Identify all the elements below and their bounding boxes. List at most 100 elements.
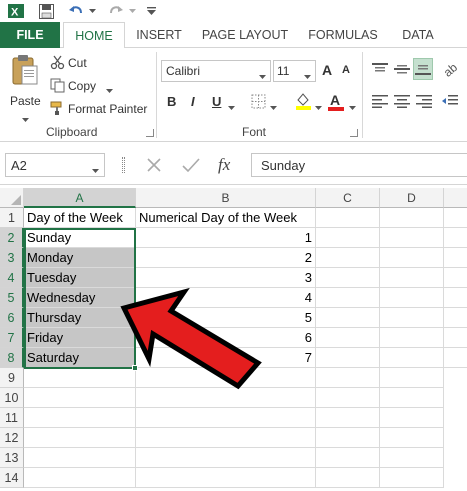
cell-c5[interactable] xyxy=(316,288,380,308)
formula-bar-grip-icon[interactable] xyxy=(122,157,125,173)
cell-d5[interactable] xyxy=(380,288,444,308)
cell-d6[interactable] xyxy=(380,308,444,328)
decrease-indent-icon[interactable] xyxy=(442,95,458,111)
empty-row[interactable] xyxy=(380,368,444,388)
row-header[interactable]: 2 xyxy=(0,228,24,248)
cell-d8[interactable] xyxy=(380,348,444,368)
font-color-dropdown-icon[interactable] xyxy=(349,100,356,114)
cell-d7[interactable] xyxy=(380,328,444,348)
cancel-icon[interactable] xyxy=(146,157,162,176)
cell-e3[interactable] xyxy=(444,248,467,268)
empty-row[interactable] xyxy=(24,368,136,388)
customize-icon[interactable] xyxy=(146,3,156,19)
paste-button[interactable]: Paste xyxy=(6,52,44,122)
cell-c1[interactable] xyxy=(316,208,380,228)
cell-b3[interactable]: 2 xyxy=(136,248,316,268)
cell-c7[interactable] xyxy=(316,328,380,348)
empty-row[interactable] xyxy=(316,408,380,428)
cell-e2[interactable] xyxy=(444,228,467,248)
select-all-corner[interactable] xyxy=(0,188,24,208)
cell-a6[interactable]: Thursday xyxy=(24,308,136,328)
align-right-icon[interactable] xyxy=(416,95,432,111)
undo-dropdown-icon[interactable] xyxy=(88,3,96,19)
column-header-e[interactable] xyxy=(444,188,467,208)
borders-icon[interactable] xyxy=(251,94,266,112)
cell-a3[interactable]: Monday xyxy=(24,248,136,268)
row-header[interactable]: 5 xyxy=(0,288,24,308)
grow-font-button[interactable]: A xyxy=(322,62,332,78)
bold-button[interactable]: B xyxy=(167,94,176,109)
shrink-font-button[interactable]: A xyxy=(342,64,350,76)
orientation-icon[interactable]: ab xyxy=(441,60,460,81)
cell-e8[interactable] xyxy=(444,348,467,368)
underline-dropdown-icon[interactable] xyxy=(228,100,235,114)
underline-button[interactable]: U xyxy=(212,94,221,109)
empty-row[interactable] xyxy=(24,448,136,468)
insert-function-button[interactable]: fx xyxy=(216,153,240,177)
empty-row[interactable] xyxy=(136,368,316,388)
italic-button[interactable]: I xyxy=(191,94,195,109)
cell-b6[interactable]: 5 xyxy=(136,308,316,328)
row-header[interactable]: 14 xyxy=(0,468,24,488)
cell-c8[interactable] xyxy=(316,348,380,368)
cut-button[interactable]: Cut xyxy=(50,54,100,72)
row-header[interactable]: 1 xyxy=(0,208,24,228)
cell-a5[interactable]: Wednesday xyxy=(24,288,136,308)
row-header[interactable]: 4 xyxy=(0,268,24,288)
cell-c2[interactable] xyxy=(316,228,380,248)
empty-row[interactable] xyxy=(136,408,316,428)
undo-icon[interactable] xyxy=(68,3,84,19)
empty-row[interactable] xyxy=(24,408,136,428)
copy-dropdown-icon[interactable] xyxy=(106,83,113,97)
cell-b7[interactable]: 6 xyxy=(136,328,316,348)
cell-b8[interactable]: 7 xyxy=(136,348,316,368)
fill-handle[interactable] xyxy=(132,365,138,371)
empty-row[interactable] xyxy=(316,368,380,388)
redo-icon[interactable] xyxy=(108,3,124,19)
empty-row[interactable] xyxy=(136,428,316,448)
row-header[interactable]: 13 xyxy=(0,448,24,468)
align-left-icon[interactable] xyxy=(372,95,388,111)
tab-page-layout[interactable]: PAGE LAYOUT xyxy=(198,22,292,48)
redo-dropdown-icon[interactable] xyxy=(128,3,136,19)
row-header[interactable]: 8 xyxy=(0,348,24,368)
font-dialog-launcher-icon[interactable] xyxy=(350,129,358,137)
empty-row[interactable] xyxy=(380,428,444,448)
cell-b4[interactable]: 3 xyxy=(136,268,316,288)
cell-a1[interactable]: Day of the Week xyxy=(24,208,136,228)
clipboard-dialog-launcher-icon[interactable] xyxy=(146,129,154,137)
cell-a8[interactable]: Saturday xyxy=(24,348,136,368)
tab-home[interactable]: HOME xyxy=(63,22,125,49)
row-header[interactable]: 10 xyxy=(0,388,24,408)
row-header[interactable]: 6 xyxy=(0,308,24,328)
cell-e6[interactable] xyxy=(444,308,467,328)
row-header[interactable]: 11 xyxy=(0,408,24,428)
empty-row[interactable] xyxy=(380,448,444,468)
tab-data[interactable]: DATA xyxy=(394,22,442,48)
empty-row[interactable] xyxy=(136,468,316,488)
row-header[interactable]: 12 xyxy=(0,428,24,448)
paste-dropdown-icon[interactable] xyxy=(22,112,29,126)
name-box[interactable]: A2 xyxy=(5,153,105,177)
empty-row[interactable] xyxy=(136,388,316,408)
cell-b1[interactable]: Numerical Day of the Week xyxy=(136,208,316,228)
cell-e4[interactable] xyxy=(444,268,467,288)
align-center-icon[interactable] xyxy=(394,95,410,111)
formula-input[interactable]: Sunday xyxy=(251,153,467,177)
empty-row[interactable] xyxy=(380,408,444,428)
empty-row[interactable] xyxy=(24,428,136,448)
name-box-dropdown-icon[interactable] xyxy=(92,163,99,177)
empty-row[interactable] xyxy=(136,448,316,468)
font-size-select[interactable]: 11 xyxy=(273,60,316,82)
empty-row[interactable] xyxy=(316,468,380,488)
empty-row[interactable] xyxy=(380,468,444,488)
cell-c4[interactable] xyxy=(316,268,380,288)
format-painter-button[interactable]: Format Painter xyxy=(50,100,150,118)
font-name-select[interactable]: Calibri xyxy=(161,60,271,82)
cell-c3[interactable] xyxy=(316,248,380,268)
copy-button[interactable]: Copy xyxy=(50,77,118,95)
cell-c6[interactable] xyxy=(316,308,380,328)
cell-e7[interactable] xyxy=(444,328,467,348)
empty-row[interactable] xyxy=(380,388,444,408)
fill-color-icon[interactable] xyxy=(295,92,312,113)
